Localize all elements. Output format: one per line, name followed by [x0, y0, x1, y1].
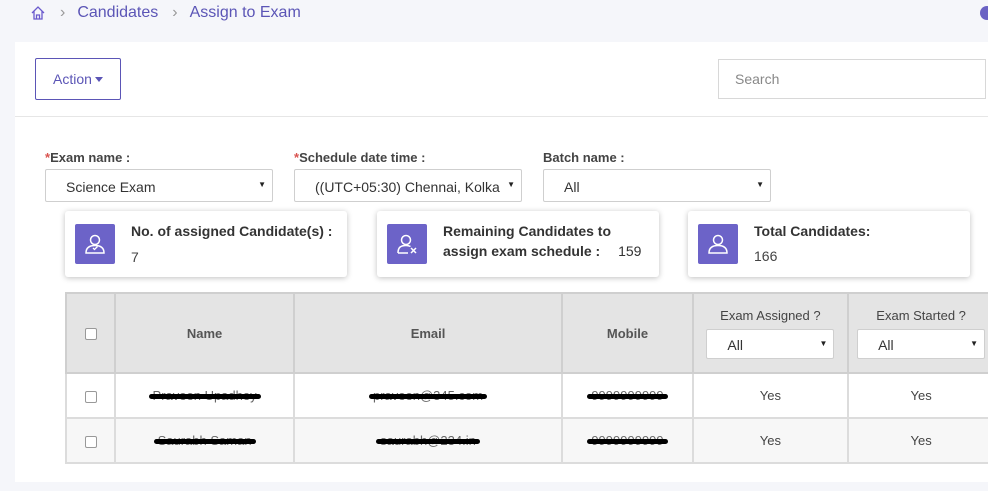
total-value: 166	[754, 248, 778, 264]
row-checkbox[interactable]	[84, 435, 97, 448]
home-icon[interactable]	[30, 5, 46, 21]
table-row: Saurabh Saman saurabh@234.in 9999999999 …	[64, 417, 988, 464]
breadcrumb: › Candidates › Assign to Exam	[30, 2, 301, 24]
schedule-select[interactable]: ((UTC+05:30) Chennai, Kolka	[294, 169, 522, 202]
name-cell: Praveen Upadhey	[114, 372, 295, 419]
exam-started-filter-select[interactable]: All	[857, 328, 986, 359]
chevron-right-icon: ›	[172, 4, 178, 21]
table-header-row: Name Email Mobile Exam Assigned ? All Ex…	[64, 292, 988, 374]
exam-name-select[interactable]: Science Exam	[45, 169, 273, 202]
name-header[interactable]: Name	[114, 292, 295, 374]
exam-name-label: *Exam name :	[45, 150, 131, 165]
email-cell: saurabh@234.in	[292, 417, 564, 464]
breadcrumb-candidates[interactable]: Candidates	[77, 4, 158, 22]
assigned-candidates-card: No. of assigned Candidate(s) : 7	[65, 211, 347, 277]
row-checkbox-cell	[64, 372, 117, 419]
user-remove-icon	[387, 224, 427, 264]
candidates-table: Name Email Mobile Exam Assigned ? All Ex…	[64, 292, 988, 464]
assigned-title: No. of assigned Candidate(s) :	[131, 223, 333, 239]
user-icon	[698, 224, 738, 264]
batch-name-select[interactable]: All	[543, 169, 771, 202]
exam-assigned-header: Exam Assigned ? All	[691, 292, 850, 374]
row-checkbox[interactable]	[84, 390, 97, 403]
exam-assigned-cell: Yes	[691, 372, 850, 419]
schedule-label: *Schedule date time :	[294, 150, 426, 165]
remaining-title: Remaining Candidates to assign exam sche…	[443, 223, 642, 259]
caret-down-icon	[94, 77, 103, 82]
table-row: Praveen Upadhey praveen@345.com 99999999…	[64, 372, 988, 419]
exam-assigned-label: Exam Assigned ?	[720, 307, 821, 323]
exam-assigned-cell: Yes	[691, 417, 850, 464]
mobile-cell: 9999999999	[561, 417, 694, 464]
action-dropdown-button[interactable]: Action	[35, 58, 121, 100]
user-icon	[75, 224, 115, 264]
mobile-cell: 9999999999	[561, 372, 694, 419]
row-checkbox-cell	[64, 417, 117, 464]
exam-started-label: Exam Started ?	[876, 307, 966, 323]
mobile-header[interactable]: Mobile	[561, 292, 694, 374]
redacted-name: Praveen Upadhey	[148, 388, 261, 403]
exam-filter: *Exam name : Science Exam	[45, 150, 273, 202]
breadcrumb-assign-to-exam: Assign to Exam	[189, 4, 301, 21]
email-cell: praveen@345.com	[292, 372, 564, 419]
toolbar: Action	[15, 42, 988, 117]
batch-filter: Batch name : All	[543, 150, 771, 202]
remaining-value: 159	[618, 243, 642, 259]
redacted-email: praveen@345.com	[368, 388, 488, 403]
exam-assigned-filter-select[interactable]: All	[706, 328, 835, 359]
exam-started-header: Exam Started ? All	[847, 292, 988, 374]
filters: *Exam name : Science Exam *Schedule date…	[45, 150, 988, 202]
total-title: Total Candidates:	[754, 223, 871, 239]
exam-started-cell: Yes	[847, 372, 988, 419]
total-candidates-card: Total Candidates: 166	[688, 211, 970, 277]
select-all-header	[64, 292, 117, 374]
redacted-mobile: 9999999999	[587, 388, 668, 403]
batch-name-label: Batch name :	[543, 150, 625, 165]
action-label: Action	[53, 71, 92, 87]
redacted-email: saurabh@234.in	[376, 433, 480, 448]
chevron-right-icon: ›	[60, 4, 66, 21]
remaining-candidates-card: Remaining Candidates to assign exam sche…	[377, 211, 659, 277]
user-avatar[interactable]	[980, 6, 988, 20]
redacted-name: Saurabh Saman	[153, 433, 256, 448]
main-card: Action *Exam name : Science Exam *Schedu…	[15, 42, 988, 482]
select-all-checkbox[interactable]	[84, 328, 97, 341]
exam-started-cell: Yes	[847, 417, 988, 464]
redacted-mobile: 9999999999	[587, 433, 668, 448]
schedule-filter: *Schedule date time : ((UTC+05:30) Chenn…	[294, 150, 522, 202]
search-input[interactable]	[718, 59, 986, 99]
email-header[interactable]: Email	[292, 292, 564, 374]
assigned-value: 7	[131, 249, 139, 265]
name-cell: Saurabh Saman	[114, 417, 295, 464]
